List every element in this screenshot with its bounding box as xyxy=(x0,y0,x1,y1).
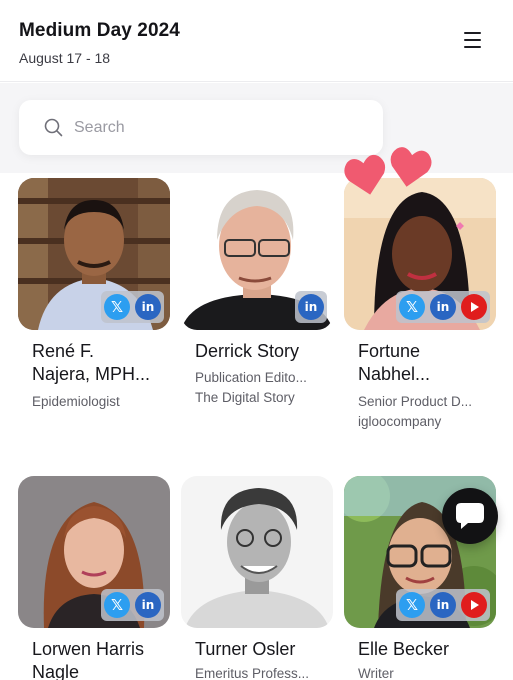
speaker-company: igloocompany xyxy=(358,414,442,429)
speaker-photo[interactable]: 𝕏 in xyxy=(18,476,170,628)
speaker-name[interactable]: Lorwen Harris Nagle xyxy=(32,638,164,680)
x-twitter-icon[interactable]: 𝕏 xyxy=(399,294,425,320)
youtube-icon[interactable] xyxy=(461,592,487,618)
x-twitter-icon[interactable]: 𝕏 xyxy=(399,592,425,618)
chat-button[interactable] xyxy=(442,488,498,544)
x-twitter-icon[interactable]: 𝕏 xyxy=(104,592,130,618)
speaker-name[interactable]: Elle Becker xyxy=(358,638,490,661)
speaker-name[interactable]: René F. Najera, MPH... xyxy=(32,340,164,386)
speaker-name[interactable]: Turner Osler xyxy=(195,638,327,661)
event-title: Medium Day 2024 xyxy=(19,20,180,41)
social-links: 𝕏 in xyxy=(396,291,490,323)
youtube-icon[interactable] xyxy=(461,294,487,320)
speaker-photo[interactable]: 𝕏 in xyxy=(344,178,496,330)
social-links: 𝕏 in xyxy=(101,589,164,621)
speaker-role: Senior Product D... xyxy=(358,394,473,409)
linkedin-icon[interactable]: in xyxy=(298,294,324,320)
hamburger-menu-icon[interactable] xyxy=(460,29,486,53)
search-input[interactable]: Search xyxy=(19,100,383,155)
speaker-name[interactable]: Fortune Nabhel... xyxy=(358,340,490,386)
linkedin-icon[interactable]: in xyxy=(430,294,456,320)
linkedin-icon[interactable]: in xyxy=(430,592,456,618)
x-twitter-icon[interactable]: 𝕏 xyxy=(104,294,130,320)
search-placeholder: Search xyxy=(74,119,125,136)
speaker-name[interactable]: Derrick Story xyxy=(195,340,327,363)
speaker-photo[interactable] xyxy=(181,476,333,628)
speaker-photo[interactable]: 𝕏 in xyxy=(18,178,170,330)
speaker-role: Publication Edito... xyxy=(195,370,307,385)
social-links: 𝕏 in xyxy=(101,291,164,323)
event-dates: August 17 - 18 xyxy=(19,50,111,66)
social-links: in xyxy=(295,291,327,323)
speaker-company: The Digital Story xyxy=(195,390,295,405)
speaker-photo[interactable]: in xyxy=(181,178,333,330)
linkedin-icon[interactable]: in xyxy=(135,592,161,618)
chat-bubble-icon xyxy=(456,503,484,529)
app-header: Medium Day 2024 August 17 - 18 xyxy=(0,0,513,82)
hearts-decoration-icon xyxy=(344,147,432,195)
speaker-role: Emeritus Profess... xyxy=(195,666,310,680)
speaker-role: Epidemiologist xyxy=(32,394,120,409)
speaker-role: Writer xyxy=(358,666,394,680)
social-links: 𝕏 in xyxy=(396,589,490,621)
linkedin-icon[interactable]: in xyxy=(135,294,161,320)
search-icon xyxy=(44,118,63,137)
